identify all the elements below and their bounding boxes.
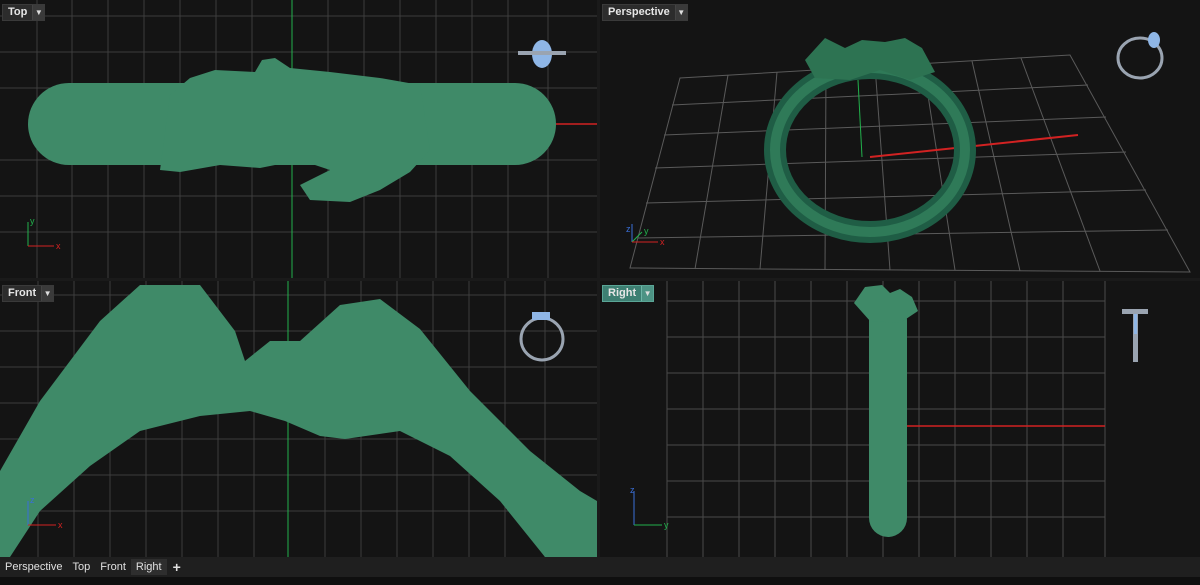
tab-perspective[interactable]: Perspective: [0, 559, 67, 575]
tab-top[interactable]: Top: [67, 559, 95, 575]
viewport-front[interactable]: z x Front ▼: [0, 281, 597, 557]
tab-front[interactable]: Front: [95, 559, 131, 575]
viewport-title[interactable]: Top: [3, 5, 32, 20]
gizmo-label-z: z: [30, 495, 35, 505]
axis-gizmo: y x: [27, 216, 61, 251]
ring-preview-icon: [1122, 309, 1148, 362]
perspective-canvas[interactable]: z y x: [600, 0, 1200, 278]
gizmo-label-y: y: [644, 226, 649, 236]
ring-preview-icon: [519, 312, 565, 362]
axis-gizmo: z y: [630, 485, 669, 530]
ring-model[interactable]: [0, 285, 597, 557]
front-canvas[interactable]: z x: [0, 281, 597, 557]
gizmo-label-z: z: [626, 224, 631, 234]
viewport-title[interactable]: Front: [3, 286, 41, 301]
viewport-right[interactable]: z y Right ▼: [600, 281, 1200, 557]
add-tab-button[interactable]: +: [167, 559, 187, 575]
ring-preview-icon: [1116, 32, 1164, 80]
axis-line-y: [857, 79, 863, 158]
gizmo-label-x: x: [58, 520, 63, 530]
gizmo-label-y: y: [664, 520, 669, 530]
chevron-down-icon[interactable]: ▼: [641, 286, 654, 301]
viewport-top[interactable]: y x Top ▼: [0, 0, 597, 278]
chevron-down-icon[interactable]: ▼: [32, 5, 45, 20]
chevron-down-icon[interactable]: ▼: [674, 5, 687, 20]
gizmo-label-y: y: [30, 216, 35, 226]
right-canvas[interactable]: z y: [600, 281, 1200, 557]
gizmo-label-x: x: [660, 237, 665, 247]
top-canvas[interactable]: y x: [0, 0, 597, 278]
chevron-down-icon[interactable]: ▼: [41, 286, 54, 301]
status-strip: [0, 577, 1200, 585]
viewport-tabs: Perspective Top Front Right +: [0, 557, 1200, 577]
ring-model[interactable]: [854, 285, 918, 537]
tab-right[interactable]: Right: [130, 559, 167, 575]
gizmo-label-x: x: [56, 241, 61, 251]
viewport-label-top[interactable]: Top ▼: [2, 4, 46, 21]
ring-model[interactable]: [764, 38, 976, 243]
axis-gizmo: z y x: [626, 224, 665, 247]
ring-preview-icon: [518, 40, 566, 68]
viewport-label-front[interactable]: Front ▼: [2, 285, 55, 302]
perspective-grid: [629, 54, 1191, 273]
viewport-label-right[interactable]: Right ▼: [602, 285, 655, 302]
viewport-perspective[interactable]: z y x Perspective ▼: [600, 0, 1200, 278]
viewport-label-perspective[interactable]: Perspective ▼: [602, 4, 688, 21]
viewport-title[interactable]: Right: [603, 286, 641, 301]
gizmo-label-z: z: [630, 485, 635, 495]
viewport-title[interactable]: Perspective: [603, 5, 675, 20]
